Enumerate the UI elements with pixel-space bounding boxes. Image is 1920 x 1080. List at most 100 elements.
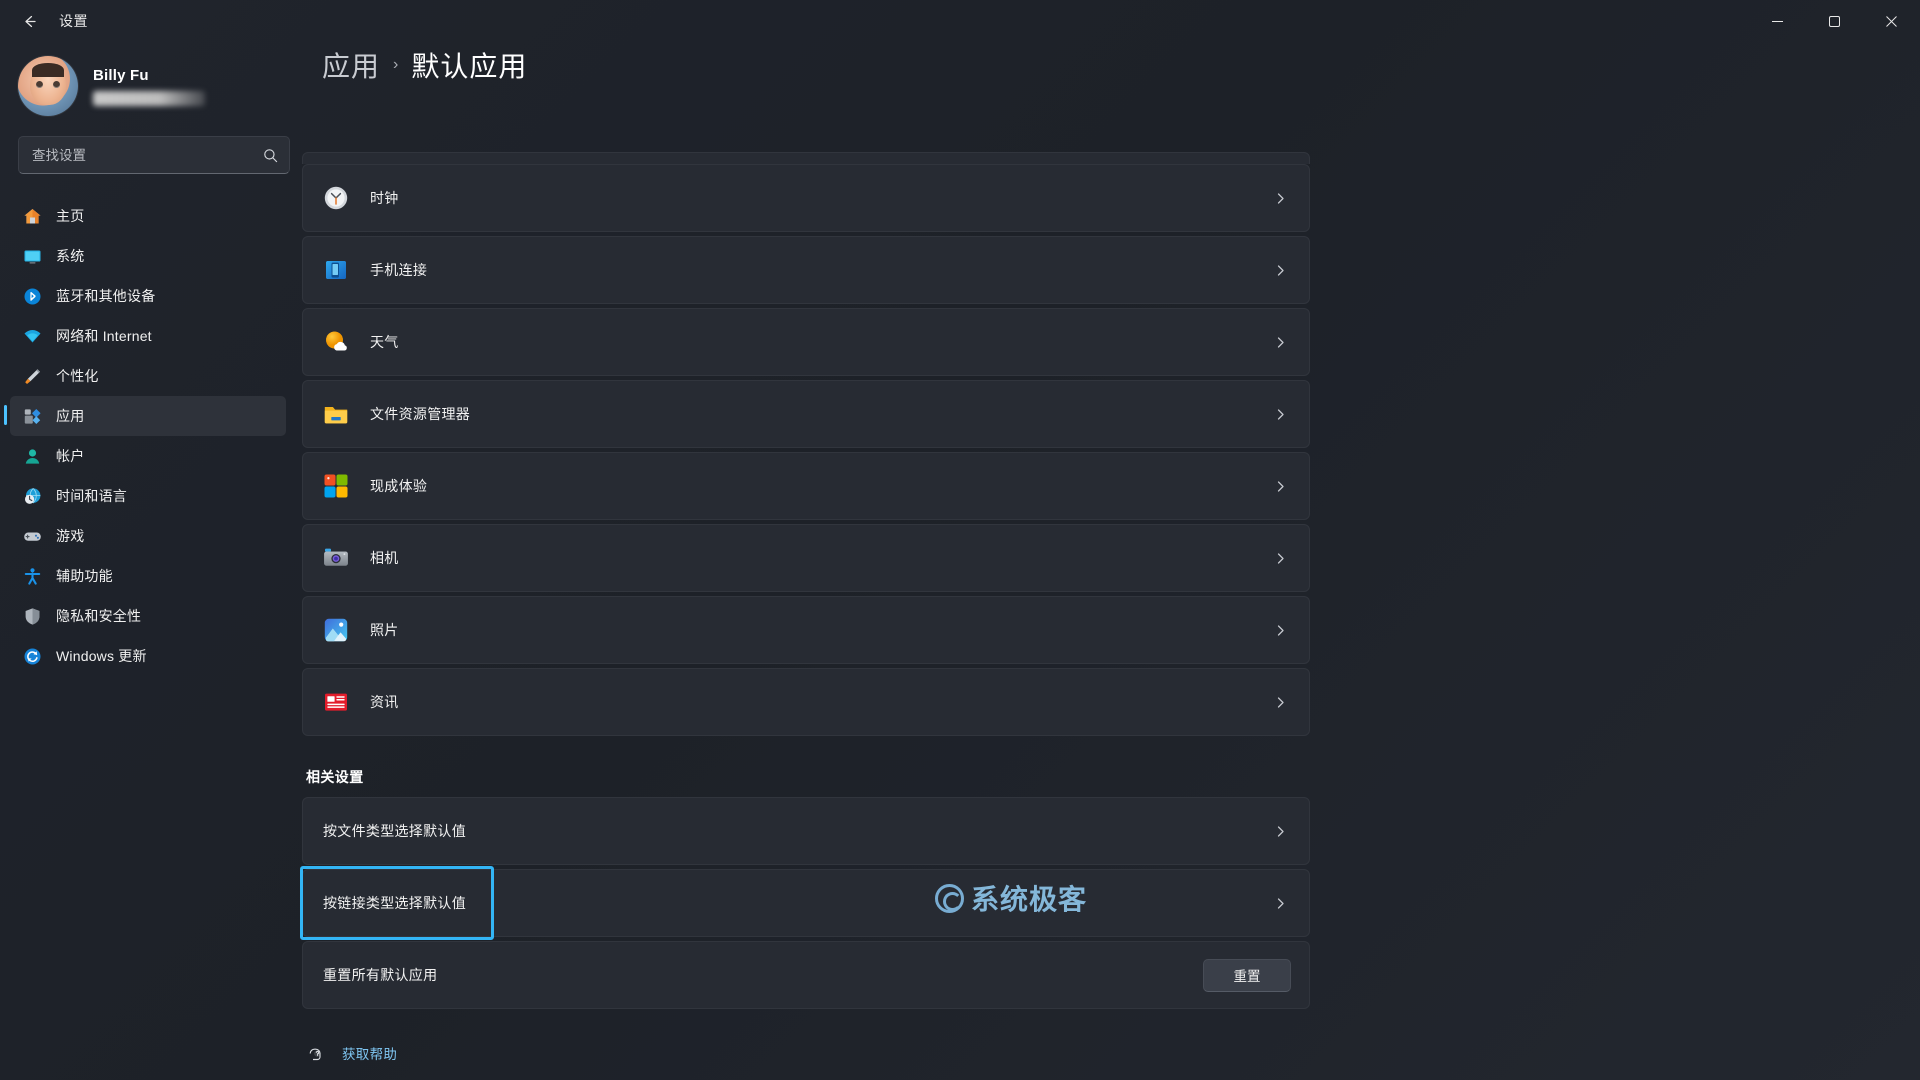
back-button[interactable] (10, 6, 48, 36)
phone-link-app-icon (323, 257, 349, 283)
related-setting-link-type-wrapper: 按链接类型选择默认值 (300, 866, 1310, 940)
reset-row-label: 重置所有默认应用 (323, 967, 438, 983)
list-item[interactable]: 现成体验 (302, 452, 1310, 520)
sidebar-item-label: 蓝牙和其他设备 (56, 288, 156, 304)
sidebar-item-label: 主页 (56, 208, 85, 224)
window-body: Billy Fu 查找设置 主页 系统 蓝牙和其他设备 网络和 Internet… (0, 42, 1920, 1080)
sidebar-item-label: 游戏 (56, 528, 85, 544)
list-item-partial[interactable] (302, 152, 1310, 164)
related-setting-label: 按文件类型选择默认值 (323, 823, 466, 839)
list-item[interactable]: 照片 (302, 596, 1310, 664)
chevron-right-icon (1274, 264, 1287, 277)
search-input[interactable] (32, 147, 263, 163)
chevron-right-icon (1274, 336, 1287, 349)
sidebar-item-personalization[interactable]: 个性化 (10, 356, 286, 396)
content-column: 时钟 手机连接 天气 文件资源管理器 现成体验 相机 照片 资讯 相关设置 按文… (300, 152, 1310, 1080)
chevron-right-icon (1274, 192, 1287, 205)
sidebar-item-label: 网络和 Internet (56, 328, 152, 344)
photos-app-icon (323, 617, 349, 643)
accounts-icon (22, 446, 42, 466)
clock-app-icon (323, 185, 349, 211)
avatar-eyes-icon (36, 81, 60, 88)
list-item[interactable]: 资讯 (302, 668, 1310, 736)
gaming-controller-icon (22, 526, 42, 546)
sidebar-item-accessibility[interactable]: 辅助功能 (10, 556, 286, 596)
file-explorer-app-icon (323, 401, 349, 427)
home-icon (22, 206, 42, 226)
page-title: 默认应用 (411, 51, 528, 82)
search-box[interactable] (18, 136, 290, 174)
bluetooth-icon (22, 286, 42, 306)
sidebar-item-gaming[interactable]: 游戏 (10, 516, 286, 556)
weather-app-icon (323, 329, 349, 355)
chevron-right-icon (1274, 480, 1287, 493)
sidebar-item-privacy[interactable]: 隐私和安全性 (10, 596, 286, 636)
list-item[interactable]: 手机连接 (302, 236, 1310, 304)
related-setting-label: 按链接类型选择默认值 (323, 895, 466, 911)
list-item[interactable]: 时钟 (302, 164, 1310, 232)
maximize-button[interactable] (1806, 0, 1863, 42)
sidebar-item-label: Windows 更新 (56, 648, 147, 664)
related-setting-link-type[interactable]: 按链接类型选择默认值 (302, 869, 1310, 937)
sidebar-item-time-language[interactable]: 时间和语言 (10, 476, 286, 516)
sidebar-item-label: 辅助功能 (56, 568, 113, 584)
sidebar-item-system[interactable]: 系统 (10, 236, 286, 276)
sidebar-item-home[interactable]: 主页 (10, 196, 286, 236)
related-setting-file-type[interactable]: 按文件类型选择默认值 (302, 797, 1310, 865)
minimize-button[interactable] (1749, 0, 1806, 42)
title-bar: 设置 (0, 0, 1920, 42)
camera-app-icon (323, 545, 349, 571)
related-settings-heading: 相关设置 (306, 769, 364, 785)
sidebar-item-windows-update[interactable]: Windows 更新 (10, 636, 286, 676)
sidebar-item-label: 应用 (56, 408, 85, 424)
chevron-right-icon (1274, 897, 1287, 910)
sidebar-item-label: 隐私和安全性 (56, 608, 142, 624)
privacy-shield-icon (22, 606, 42, 626)
sidebar-item-network[interactable]: 网络和 Internet (10, 316, 286, 356)
sidebar-item-apps[interactable]: 应用 (4, 396, 286, 436)
partial-card-top (302, 152, 1310, 164)
list-item-label: 手机连接 (370, 262, 428, 278)
sidebar-item-label: 时间和语言 (56, 488, 127, 504)
list-item[interactable]: 文件资源管理器 (302, 380, 1310, 448)
user-profile[interactable]: Billy Fu (0, 42, 286, 132)
breadcrumb: 应用 › 默认应用 (310, 42, 1920, 88)
sidebar-item-accounts[interactable]: 帐户 (10, 436, 286, 476)
search-container (0, 132, 290, 174)
sidebar-item-label: 帐户 (56, 448, 85, 464)
window-title: 设置 (59, 13, 88, 29)
chevron-right-icon (1274, 696, 1287, 709)
time-language-icon (22, 486, 42, 506)
sidebar-item-bluetooth[interactable]: 蓝牙和其他设备 (10, 276, 286, 316)
get-help-link[interactable]: 获取帮助 (306, 1043, 1310, 1063)
profile-email-masked (93, 90, 205, 106)
list-item-label: 时钟 (370, 190, 399, 206)
settings-window: 设置 Billy Fu 查找设置 主页 系统 蓝牙和其他设备 网络和 Inter… (0, 0, 1920, 1080)
system-icon (22, 246, 42, 266)
sidebar-item-label: 个性化 (56, 368, 99, 384)
list-item[interactable]: 天气 (302, 308, 1310, 376)
chevron-right-icon (1274, 552, 1287, 565)
list-item[interactable]: 相机 (302, 524, 1310, 592)
personalization-brush-icon (22, 366, 42, 386)
chevron-right-icon (1274, 624, 1287, 637)
get-started-app-icon (323, 473, 349, 499)
list-item-label: 天气 (370, 334, 399, 350)
chevron-right-icon: › (393, 56, 399, 73)
list-item-label: 照片 (370, 622, 399, 638)
list-item-label: 资讯 (370, 694, 399, 710)
content-scroll-area[interactable]: 时钟 手机连接 天气 文件资源管理器 现成体验 相机 照片 资讯 相关设置 按文… (300, 152, 1920, 1080)
list-item-label: 现成体验 (370, 478, 428, 494)
sidebar: Billy Fu 查找设置 主页 系统 蓝牙和其他设备 网络和 Internet… (0, 42, 300, 1080)
chevron-right-icon (1274, 825, 1287, 838)
reset-button[interactable]: 重置 (1203, 958, 1291, 992)
main-content: 应用 › 默认应用 时钟 手机连接 天气 文件资源管理器 现成体验 相机 照片 … (300, 42, 1920, 1080)
windows-update-icon (22, 646, 42, 666)
breadcrumb-parent[interactable]: 应用 (322, 45, 380, 85)
sidebar-nav: 主页 系统 蓝牙和其他设备 网络和 Internet 个性化 应用 帐户 时间和… (0, 196, 286, 676)
close-button[interactable] (1863, 0, 1920, 42)
accessibility-icon (22, 566, 42, 586)
news-app-icon (323, 689, 349, 715)
avatar (18, 56, 78, 116)
list-item-label: 文件资源管理器 (370, 406, 471, 422)
